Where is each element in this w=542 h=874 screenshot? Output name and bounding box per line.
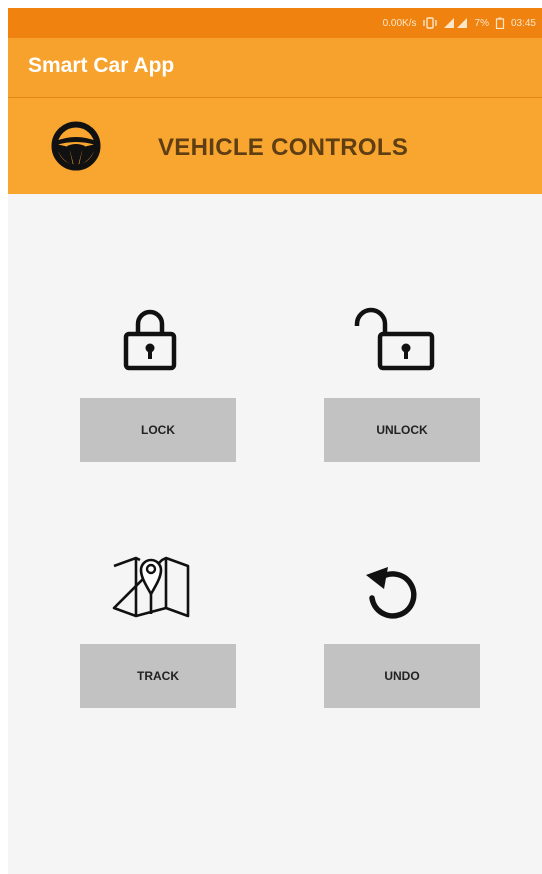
unlock-icon [354, 307, 435, 371]
lock-icon [123, 309, 177, 371]
unlock-button-label: UNLOCK [376, 423, 428, 437]
undo-button[interactable]: UNDO [324, 644, 480, 708]
vibrate-icon [422, 17, 437, 29]
unlock-button[interactable]: UNLOCK [324, 398, 480, 462]
lock-button-label: LOCK [141, 423, 175, 437]
app-screen: 0.00K/s 7% 03:45 Smart Car App VEHICLE C… [8, 8, 542, 874]
lock-button[interactable]: LOCK [80, 398, 236, 462]
clock: 03:45 [510, 17, 536, 29]
status-bar: 0.00K/s 7% 03:45 [8, 8, 542, 38]
signal-icon [443, 17, 469, 29]
battery-level: 7% [474, 17, 489, 29]
app-title: Smart Car App [28, 54, 175, 77]
track-button[interactable]: TRACK [80, 644, 236, 708]
track-button-label: TRACK [137, 669, 179, 683]
map-icon [112, 556, 190, 618]
steering-wheel-icon [51, 121, 101, 171]
battery-icon [495, 17, 505, 29]
undo-button-label: UNDO [384, 669, 420, 683]
header-title: VEHICLE CONTROLS [158, 134, 409, 161]
app-bar: Smart Car App [8, 38, 542, 98]
undo-icon [366, 567, 417, 619]
vehicle-controls-header: VEHICLE CONTROLS [8, 98, 542, 194]
network-speed: 0.00K/s [382, 17, 417, 29]
